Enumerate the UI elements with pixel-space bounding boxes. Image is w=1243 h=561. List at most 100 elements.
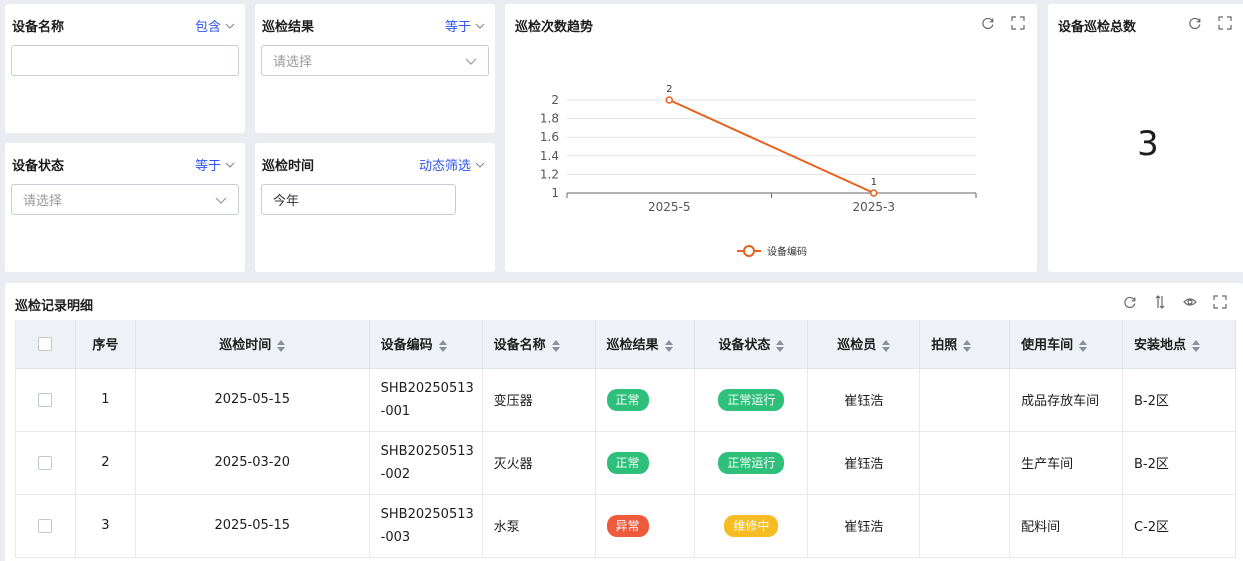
series-line [668,99,875,194]
sort-icon[interactable] [882,339,891,352]
filter-card-inspection-result: 巡检结果 等于 请选择 [255,4,495,133]
result-badge: 正常 [606,451,649,474]
total-count-value: 3 [1137,124,1159,164]
eye-icon[interactable] [1183,294,1197,308]
select-all-checkbox[interactable] [38,336,53,351]
row-time: 2025-05-15 [135,368,370,432]
sort-icon[interactable] [664,339,673,352]
records-title: 巡检记录明细 [15,299,94,314]
data-point [665,96,673,104]
trend-chart-card: 巡检次数趋势 1 1.2 1.4 1.6 1.8 2 2025-5 2025-3 2 1 设备编码 [505,4,1037,272]
sort-icon[interactable] [776,339,785,352]
table-toolbar [1123,294,1227,309]
input-value: 今年 [273,194,300,209]
records-card: 巡检记录明细 序号 巡检时间 设备编码 设备名称 巡检结果 设备状态 巡检员 拍… [5,283,1243,561]
sort-icon[interactable] [438,339,447,352]
column-header-result[interactable]: 巡检结果 [595,320,696,369]
refresh-icon[interactable] [1123,294,1137,309]
sort-icon[interactable] [1079,339,1088,352]
status-badge: 维修中 [724,514,779,537]
sort-icon[interactable] [277,339,286,352]
chevron-down-icon [475,23,485,29]
chevron-down-icon [475,162,485,168]
sort-icon[interactable] [551,339,560,352]
chevron-down-icon [225,162,235,168]
row-time: 2025-05-15 [135,494,370,558]
device-status-select[interactable]: 请选择 [11,184,239,215]
row-code: SHB20250513 -002 [369,431,483,495]
filter-operator-dropdown[interactable]: 等于 [195,155,235,174]
chevron-down-icon [225,23,235,29]
row-photo [919,494,1011,558]
table-header-row: 序号 巡检时间 设备编码 设备名称 巡检结果 设备状态 巡检员 拍照 使用车间 … [15,320,1236,369]
select-placeholder: 请选择 [273,55,313,70]
total-toolbar [1188,15,1232,30]
table-row[interactable]: 2 2025-03-20 SHB20250513 -002 灭火器 正常 正常运行… [15,431,1236,495]
filter-card-device-name: 设备名称 包含 [5,4,245,133]
row-checkbox[interactable] [38,518,53,533]
row-inspector: 崔钰浩 [807,368,921,432]
sort-icon[interactable] [1192,339,1201,352]
column-header-photo[interactable]: 拍照 [919,320,1011,369]
x-tick-label: 2025-3 [852,200,895,214]
row-inspector: 崔钰浩 [807,494,921,558]
y-tick-label: 1.4 [540,149,559,163]
table-row[interactable]: 1 2025-05-15 SHB20250513 -001 变压器 正常 正常运行… [15,368,1236,432]
result-badge: 异常 [606,514,649,537]
data-point [870,189,878,197]
row-checkbox[interactable] [38,455,53,470]
row-inspector: 崔钰浩 [807,431,921,495]
row-photo [919,431,1011,495]
filter-operator-dropdown[interactable]: 包含 [195,16,235,35]
column-header-workshop[interactable]: 使用车间 [1009,320,1124,369]
select-all-cell [15,320,76,369]
data-label: 2 [666,84,672,95]
column-header-inspector[interactable]: 巡检员 [807,320,921,369]
row-name: 灭火器 [482,431,596,495]
chevron-down-icon [215,197,227,204]
select-placeholder: 请选择 [23,194,63,209]
y-tick-label: 1 [551,186,559,200]
sort-icon[interactable] [963,339,972,352]
filter-title: 设备名称 [12,20,65,35]
row-workshop: 成品存放车间 [1009,368,1124,432]
row-workshop: 配料间 [1009,494,1124,558]
column-header-name[interactable]: 设备名称 [482,320,596,369]
filter-card-device-status: 设备状态 等于 请选择 [5,143,245,272]
row-location: B-2区 [1122,368,1236,432]
filter-operator-label: 等于 [194,159,221,174]
legend-label: 设备编码 [767,245,807,258]
filter-operator-dropdown[interactable]: 等于 [445,16,485,35]
table-row[interactable]: 3 2025-05-15 SHB20250513 -003 水泵 异常 维修中 崔… [15,494,1236,558]
row-location: B-2区 [1122,431,1236,495]
row-checkbox[interactable] [38,392,53,407]
column-header-status[interactable]: 设备状态 [694,320,809,369]
column-height-icon[interactable] [1153,294,1167,309]
column-header-code[interactable]: 设备编码 [369,320,483,369]
filter-card-inspection-time: 巡检时间 动态筛选 今年 [255,143,495,272]
filter-operator-label: 动态筛选 [418,159,471,174]
records-table: 序号 巡检时间 设备编码 设备名称 巡检结果 设备状态 巡检员 拍照 使用车间 … [15,320,1236,558]
row-code: SHB20250513 -001 [369,368,483,432]
row-no: 1 [75,368,136,432]
filter-operator-dropdown[interactable]: 动态筛选 [419,155,485,174]
row-no: 2 [75,431,136,495]
status-badge: 正常运行 [718,451,785,474]
fullscreen-icon[interactable] [1213,294,1227,309]
fullscreen-icon[interactable] [1218,15,1232,30]
y-tick-label: 1.6 [540,130,559,144]
filter-title: 巡检结果 [262,20,315,35]
column-header-time[interactable]: 巡检时间 [135,320,370,369]
filter-title: 设备状态 [12,159,65,174]
status-badge: 正常运行 [718,388,785,411]
result-badge: 正常 [606,388,649,411]
inspection-time-input[interactable]: 今年 [261,184,456,215]
inspection-result-select[interactable]: 请选择 [261,45,489,76]
row-code: SHB20250513 -003 [369,494,483,558]
row-photo [919,368,1011,432]
legend-marker [743,245,755,257]
filter-operator-label: 等于 [444,20,471,35]
column-header-location[interactable]: 安装地点 [1122,320,1236,369]
device-name-input[interactable] [11,45,239,76]
refresh-icon[interactable] [1188,15,1202,30]
